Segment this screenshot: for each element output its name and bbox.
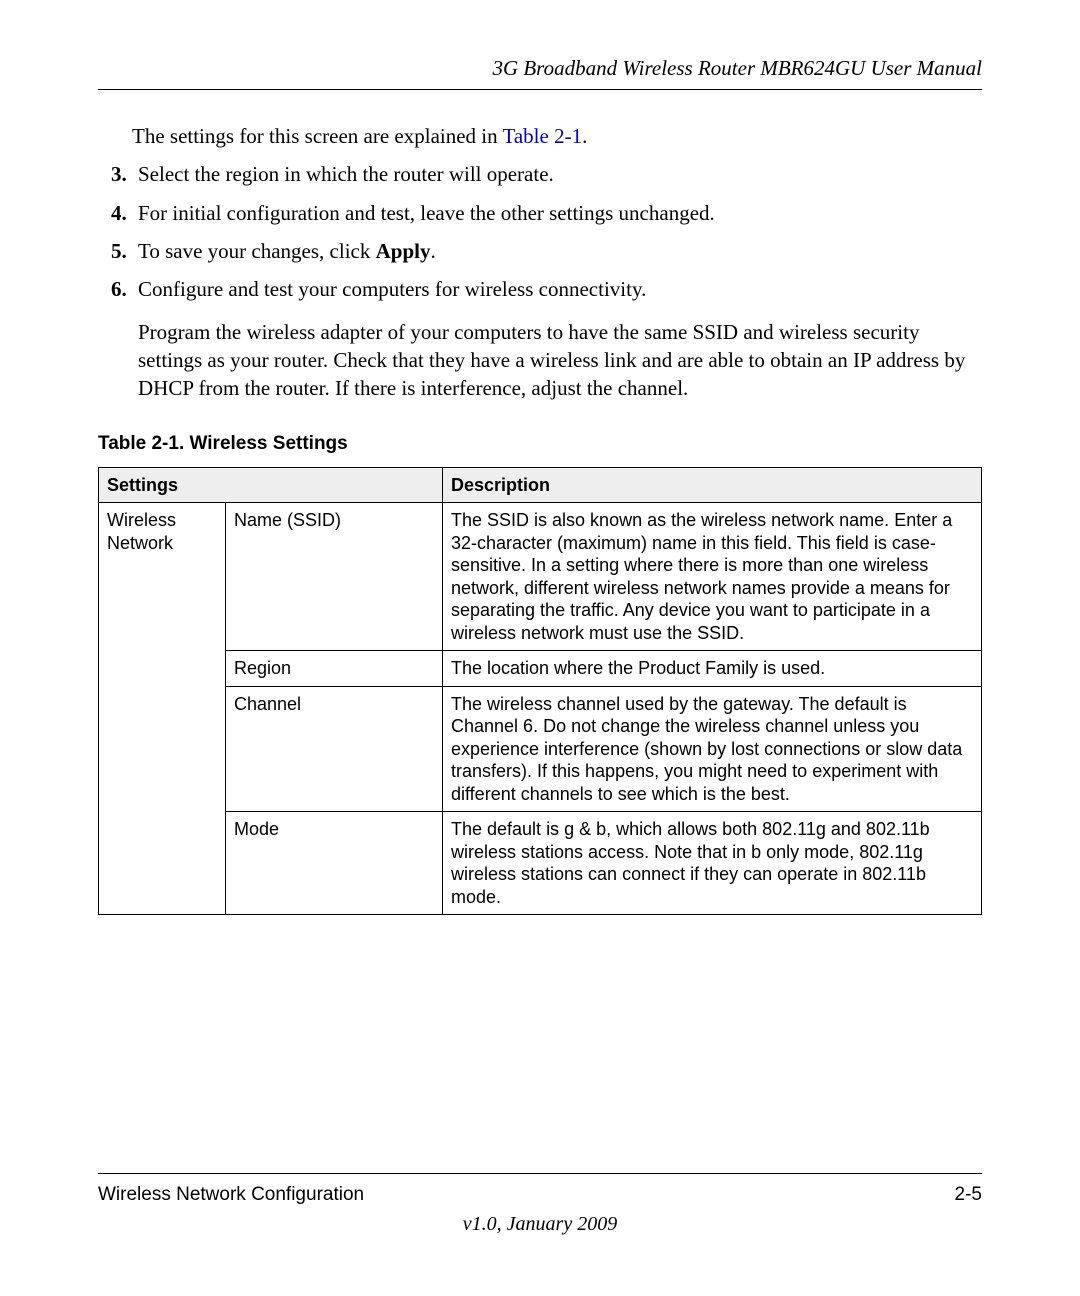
step-6-followup: Program the wireless adapter of your com… <box>138 318 982 403</box>
setting-cell: Channel <box>226 686 443 812</box>
desc-cell: The default is g & b, which allows both … <box>443 812 982 915</box>
step-5-post: . <box>430 239 435 263</box>
table-row: Channel The wireless channel used by the… <box>99 686 982 812</box>
table-row: Mode The default is g & b, which allows … <box>99 812 982 915</box>
footer-section: Wireless Network Configuration <box>98 1184 364 1206</box>
desc-cell: The location where the Product Family is… <box>443 651 982 687</box>
page-header: 3G Broadband Wireless Router MBR624GU Us… <box>98 56 982 90</box>
footer-version: v1.0, January 2009 <box>0 1213 1080 1236</box>
group-cell: Wireless Network <box>99 503 226 915</box>
col-settings: Settings <box>99 467 443 503</box>
step-4: For initial configuration and test, leav… <box>132 199 982 227</box>
col-description: Description <box>443 467 982 503</box>
setting-cell: Region <box>226 651 443 687</box>
wireless-settings-table: Settings Description Wireless Network Na… <box>98 467 982 916</box>
page-footer: Wireless Network Configuration 2-5 <box>98 1173 982 1206</box>
step-5-pre: To save your changes, click <box>138 239 376 263</box>
desc-cell: The wireless channel used by the gateway… <box>443 686 982 812</box>
step-6-text: Configure and test your computers for wi… <box>138 277 646 301</box>
manual-page: 3G Broadband Wireless Router MBR624GU Us… <box>0 0 1080 1296</box>
intro-link[interactable]: Table 2-1 <box>503 124 583 148</box>
step-3: Select the region in which the router wi… <box>132 160 982 188</box>
table-row: Region The location where the Product Fa… <box>99 651 982 687</box>
setting-cell: Name (SSID) <box>226 503 443 651</box>
table-caption: Table 2-1. Wireless Settings <box>98 433 982 455</box>
setting-cell: Mode <box>226 812 443 915</box>
desc-cell: The SSID is also known as the wireless n… <box>443 503 982 651</box>
step-5-bold: Apply <box>376 239 431 263</box>
step-6: Configure and test your computers for wi… <box>132 275 982 402</box>
intro-pre: The settings for this screen are explain… <box>132 124 503 148</box>
table-row: Wireless Network Name (SSID) The SSID is… <box>99 503 982 651</box>
footer-page-number: 2-5 <box>955 1184 982 1206</box>
steps-list: Select the region in which the router wi… <box>98 160 982 402</box>
step-5: To save your changes, click Apply. <box>132 237 982 265</box>
intro-text: The settings for this screen are explain… <box>132 122 982 150</box>
intro-post: . <box>582 124 587 148</box>
